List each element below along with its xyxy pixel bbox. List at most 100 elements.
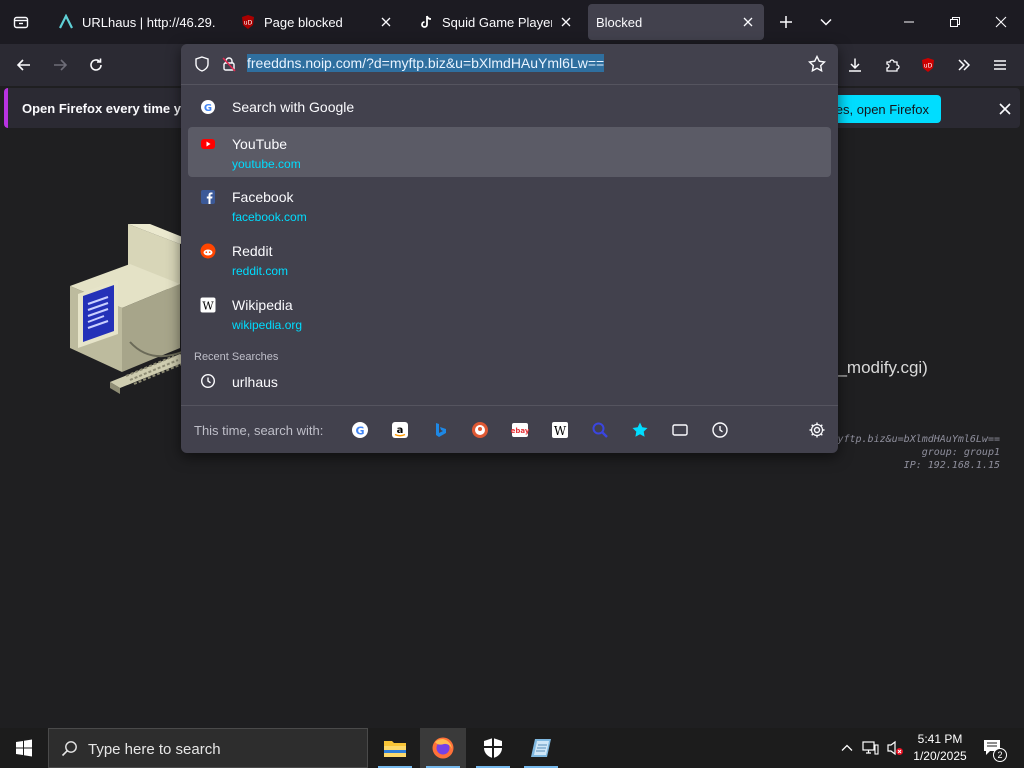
tab-bar: URLhaus | http://46.29. uD Page blocked …	[0, 0, 1024, 44]
clock-icon	[712, 422, 728, 438]
tab-urlhaus[interactable]: URLhaus | http://46.29.	[50, 4, 228, 40]
show-hidden-icons-button[interactable]	[836, 728, 858, 768]
notification-count-badge: 2	[993, 748, 1007, 762]
reload-button[interactable]	[79, 48, 113, 82]
taskbar-search-box[interactable]: Type here to search	[48, 728, 368, 768]
urlhaus-icon	[58, 14, 74, 30]
start-button[interactable]	[0, 728, 48, 768]
google-icon: G	[200, 99, 216, 115]
svg-text:a: a	[397, 425, 404, 436]
close-window-button[interactable]	[978, 0, 1024, 44]
system-clock[interactable]: 5:41 PM 1/20/2025	[908, 731, 972, 765]
notepad-taskbar-button[interactable]	[518, 728, 564, 768]
windows-taskbar: Type here to search 5:41 PM 1/20/2025 2	[0, 728, 1024, 768]
app-menu-button[interactable]	[983, 48, 1017, 82]
close-icon[interactable]	[378, 14, 394, 30]
action-center-button[interactable]: 2	[978, 728, 1008, 768]
firefox-taskbar-button[interactable]	[420, 728, 466, 768]
tab-page-blocked[interactable]: uD Page blocked	[232, 4, 402, 40]
tiktok-icon	[418, 14, 434, 30]
duckduckgo-icon	[472, 422, 488, 438]
forward-button[interactable]	[43, 48, 77, 82]
firefox-icon	[432, 737, 454, 759]
suggestion-title: YouTube	[232, 136, 288, 152]
recent-search-item[interactable]: urlhaus	[188, 368, 831, 396]
tracking-protection-icon[interactable]	[194, 56, 210, 77]
wikipedia-engine-button[interactable]: W	[549, 419, 571, 441]
search-engine-button[interactable]	[589, 419, 611, 441]
amazon-engine-button[interactable]: a	[389, 419, 411, 441]
gear-icon	[809, 422, 825, 438]
suggestion-title: Reddit	[232, 243, 273, 259]
ublock-origin-button[interactable]: uD	[911, 48, 945, 82]
suggestion-reddit[interactable]: Reddit reddit.com	[188, 235, 831, 285]
star-icon	[632, 422, 648, 437]
ebay-engine-button[interactable]: ebay	[509, 419, 531, 441]
suggestion-url: wikipedia.org	[232, 318, 303, 332]
new-tab-button[interactable]	[769, 5, 803, 39]
back-button[interactable]	[7, 48, 41, 82]
clock-date: 1/20/2025	[913, 749, 967, 763]
youtube-icon	[200, 136, 216, 152]
list-all-tabs-button[interactable]	[0, 0, 42, 44]
google-engine-button[interactable]: G	[349, 419, 371, 441]
divider	[181, 405, 838, 406]
history-search-button[interactable]	[709, 419, 731, 441]
bookmark-star-icon[interactable]	[807, 54, 827, 78]
notepad-icon	[531, 739, 551, 757]
info-line: group: group1	[921, 447, 1000, 458]
suggestion-title: Wikipedia	[232, 297, 293, 313]
search-with-google-row[interactable]: G Search with Google	[188, 93, 831, 121]
search-placeholder: Type here to search	[88, 741, 221, 758]
tabs-search-button[interactable]	[669, 419, 691, 441]
tab-list-icon	[13, 16, 29, 29]
info-line: myftp.biz&u=bXlmdHAuYml6Lw==	[831, 434, 1000, 445]
tab-blocked[interactable]: Blocked	[588, 4, 764, 40]
suggestion-youtube[interactable]: YouTube youtube.com	[188, 127, 831, 177]
duckduckgo-engine-button[interactable]	[469, 419, 491, 441]
restore-button[interactable]	[932, 0, 978, 44]
url-selected-text: freeddns.noip.com/?d=myftp.biz&u=bXlmdHA…	[247, 54, 605, 72]
svg-text:W: W	[202, 300, 214, 313]
notification-close-button[interactable]	[992, 96, 1018, 122]
lock-icon[interactable]	[221, 56, 237, 77]
ublock-icon: uD	[240, 14, 256, 30]
suggestion-facebook[interactable]: Facebook facebook.com	[188, 181, 831, 231]
arrow-right-icon	[54, 59, 68, 71]
folder-icon	[384, 741, 406, 757]
minimize-button[interactable]	[886, 0, 932, 44]
close-icon[interactable]	[740, 14, 756, 30]
svg-text:G: G	[204, 103, 212, 114]
search-icon	[592, 422, 608, 438]
address-bar[interactable]: freeddns.noip.com/?d=myftp.biz&u=bXlmdHA…	[181, 44, 838, 84]
chevron-down-icon	[820, 18, 832, 26]
reload-icon	[90, 58, 102, 71]
page-partial-text: d_modify.cgi)	[828, 358, 928, 377]
tab-label: Blocked	[596, 14, 643, 30]
tab-label: URLhaus | http://46.29.	[82, 14, 216, 30]
more-tools-button[interactable]	[947, 48, 981, 82]
url-input[interactable]: freeddns.noip.com/?d=myftp.biz&u=bXlmdHA…	[247, 54, 605, 72]
bing-engine-button[interactable]	[429, 419, 451, 441]
chevron-up-icon	[841, 744, 853, 751]
volume-button[interactable]	[884, 728, 906, 768]
tab-overflow-button[interactable]	[809, 5, 843, 39]
wikipedia-icon: W	[200, 297, 216, 313]
ebay-icon: ebay	[511, 423, 529, 437]
windows-security-button[interactable]	[470, 728, 516, 768]
hamburger-icon	[994, 60, 1006, 70]
tab-squid-game[interactable]: Squid Game Player 456	[410, 4, 582, 40]
extensions-button[interactable]	[875, 48, 909, 82]
bookmarks-search-button[interactable]	[629, 419, 651, 441]
file-explorer-button[interactable]	[372, 728, 418, 768]
google-icon: G	[352, 422, 368, 438]
close-icon	[995, 16, 1007, 28]
restore-icon	[950, 17, 960, 27]
suggestion-wikipedia[interactable]: W Wikipedia wikipedia.org	[188, 289, 831, 339]
svg-text:W: W	[554, 424, 567, 438]
search-settings-button[interactable]	[806, 419, 828, 441]
network-button[interactable]	[860, 728, 882, 768]
downloads-button[interactable]	[838, 48, 872, 82]
search-row-label: Search with Google	[232, 99, 355, 115]
close-icon[interactable]	[558, 14, 574, 30]
